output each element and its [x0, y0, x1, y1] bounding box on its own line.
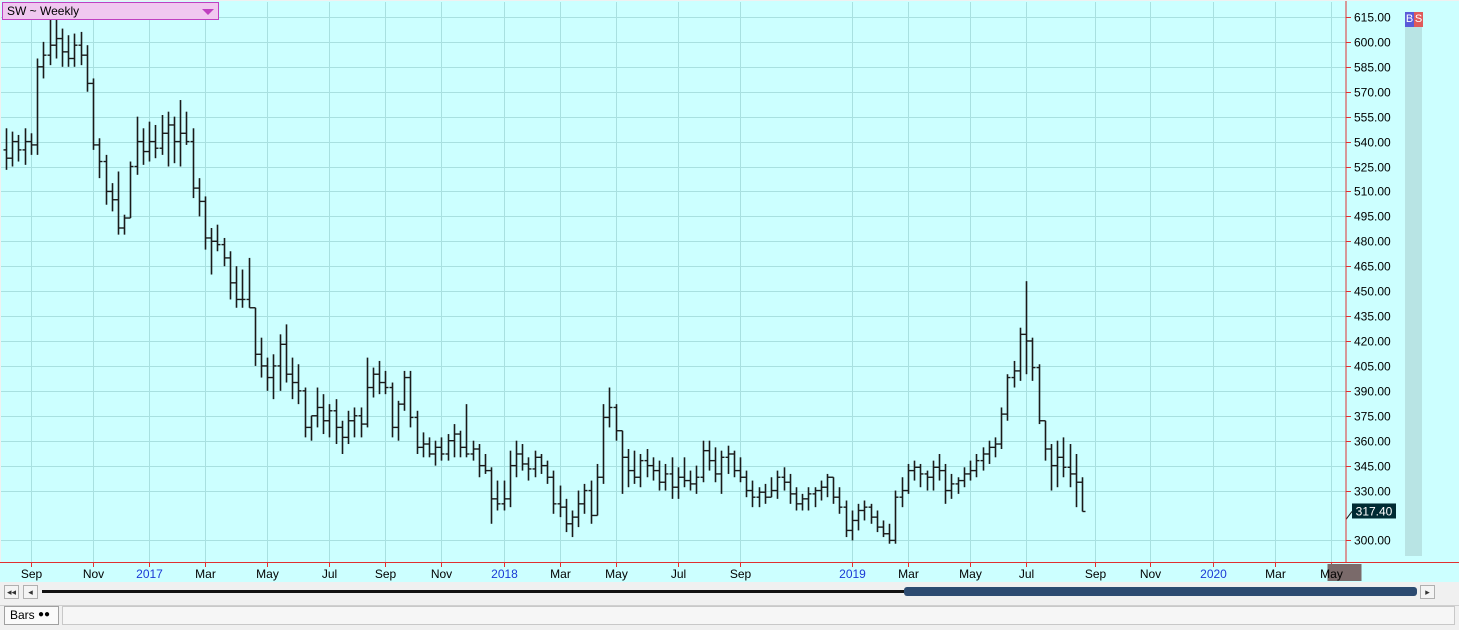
chevron-down-icon[interactable] [202, 9, 214, 15]
buy-button[interactable]: B [1405, 12, 1414, 27]
y-tick-label: 450.00 [1354, 285, 1391, 299]
status-field [62, 606, 1455, 625]
x-tick-label: Mar [550, 567, 571, 581]
order-panel-strip [1405, 27, 1422, 556]
y-tick-label: 540.00 [1354, 136, 1391, 150]
y-tick-label: 510.00 [1354, 185, 1391, 199]
x-tick-label: 2018 [491, 567, 518, 581]
x-tick-label: Jul [1019, 567, 1034, 581]
x-tick-label: 2019 [839, 567, 866, 581]
last-price-label: 317.40 [1356, 504, 1393, 518]
x-tick-label: Sep [730, 567, 752, 581]
y-tick-label: 480.00 [1354, 235, 1391, 249]
x-tick-label: Mar [898, 567, 919, 581]
scroll-first-icon[interactable]: ◂◂ [4, 585, 19, 599]
y-tick-label: 405.00 [1354, 360, 1391, 374]
x-tick-label: May [256, 567, 279, 581]
style-toggle-icon[interactable]: ●● [38, 610, 50, 620]
y-tick-label: 570.00 [1354, 86, 1391, 100]
sell-button[interactable]: S [1414, 12, 1423, 27]
scroll-thumb[interactable] [904, 587, 1417, 596]
x-tick-label: Nov [1140, 567, 1161, 581]
y-tick-label: 600.00 [1354, 36, 1391, 50]
x-tick-label: Mar [195, 567, 216, 581]
x-tick-label: Mar [1265, 567, 1286, 581]
x-tick-label: 2020 [1200, 567, 1227, 581]
y-tick-label: 495.00 [1354, 210, 1391, 224]
chart-style-tab[interactable]: Bars [4, 606, 59, 625]
y-tick-label: 360.00 [1354, 435, 1391, 449]
x-tick-label: May [1320, 567, 1343, 581]
chart-style-label: Bars [10, 608, 35, 622]
y-tick-label: 375.00 [1354, 410, 1391, 424]
y-tick-label: 585.00 [1354, 61, 1391, 75]
x-tick-label: May [605, 567, 628, 581]
x-tick-label: Nov [83, 567, 104, 581]
y-tick-label: 390.00 [1354, 385, 1391, 399]
chart-svg: 615.00 600.00 585.00 570.00 555.00 540.00 525.… [0, 0, 1459, 582]
x-tick-label: Sep [1085, 567, 1107, 581]
plot-area[interactable] [1, 1, 1346, 562]
y-tick-label: 615.00 [1354, 11, 1391, 25]
x-tick-label: Sep [21, 567, 43, 581]
y-tick-label: 525.00 [1354, 161, 1391, 175]
symbol-label: SW ~ Weekly [7, 4, 80, 18]
x-tick-label: 2017 [136, 567, 163, 581]
y-tick-label: 300.00 [1354, 534, 1391, 548]
scroll-prev-icon[interactable]: ◂ [23, 585, 38, 599]
y-tick-label: 420.00 [1354, 335, 1391, 349]
x-tick-label: Jul [322, 567, 337, 581]
x-tick-label: Sep [375, 567, 397, 581]
y-tick-label: 330.00 [1354, 485, 1391, 499]
x-tick-label: Nov [431, 567, 452, 581]
scroll-track[interactable] [42, 590, 904, 593]
y-tick-label: 345.00 [1354, 460, 1391, 474]
y-tick-label: 435.00 [1354, 310, 1391, 324]
x-tick-label: Jul [671, 567, 686, 581]
symbol-selector[interactable]: SW ~ Weekly [2, 2, 219, 20]
y-tick-label: 465.00 [1354, 260, 1391, 274]
y-tick-label: 555.00 [1354, 111, 1391, 125]
x-tick-label: May [959, 567, 982, 581]
scroll-next-icon[interactable]: ▸ [1420, 585, 1435, 599]
